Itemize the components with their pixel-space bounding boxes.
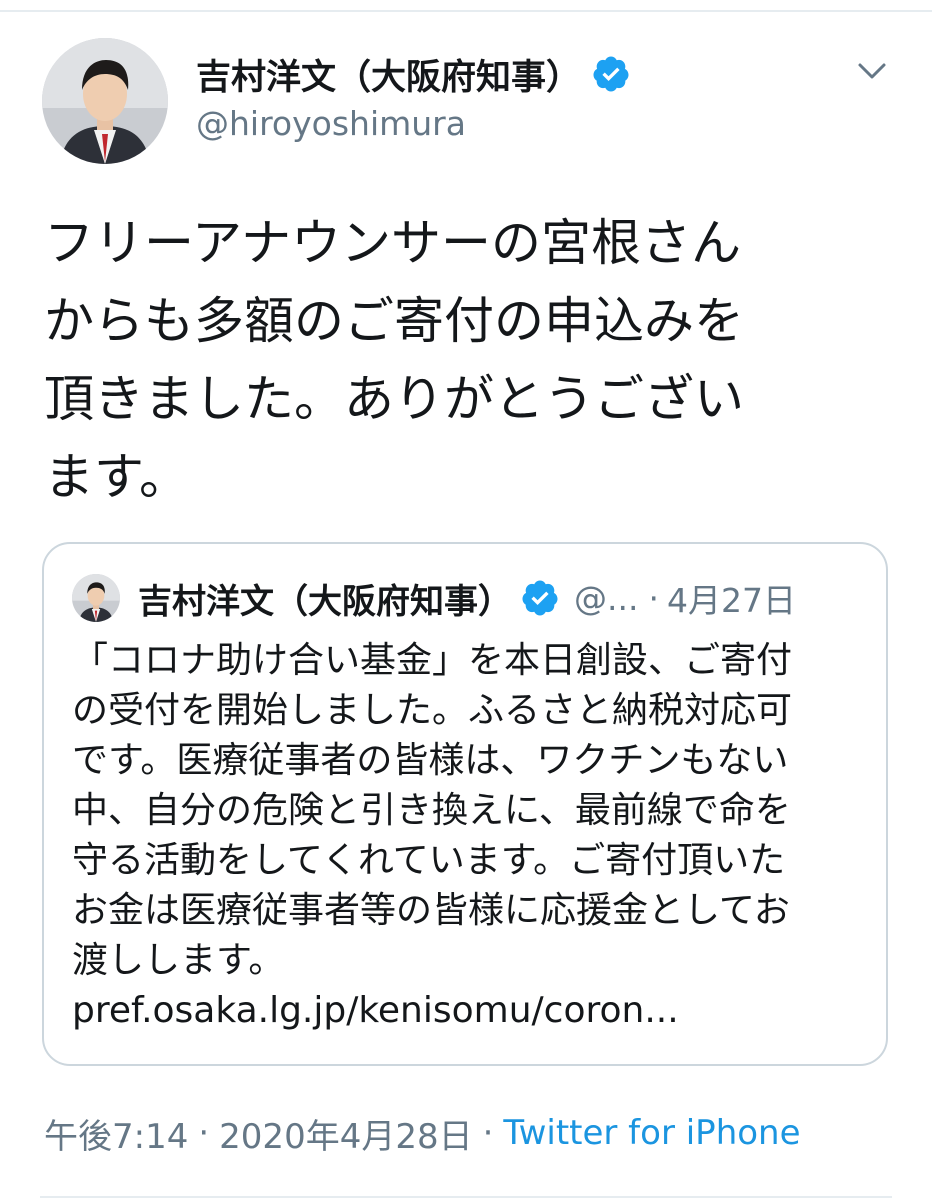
quoted-text-line: 「コロナ助け合い基金」を本日創設、ご寄付 (72, 640, 793, 681)
tweet-text-line: からも多額のご寄付の申込みを (44, 292, 744, 350)
quoted-text-line: 守る活動をしてくれています。ご寄付頂いた (72, 840, 786, 881)
tweet-source-link[interactable]: Twitter for iPhone (503, 1113, 800, 1153)
tweet-time[interactable]: 午後7:14 (44, 1109, 188, 1158)
quoted-text-line: 中、自分の危険と引き換えに、最前線で命を (72, 790, 791, 831)
quoted-link-text[interactable]: pref.osaka.lg.jp/kenisomu/coron... (72, 986, 872, 1036)
separator-dot: · (482, 1113, 494, 1153)
quoted-text-line: の受付を開始しました。ふるさと納税対応可 (72, 690, 793, 731)
verified-badge-icon (520, 578, 560, 618)
quoted-text-line: お金は医療従事者等の皆様に応援金としてお (72, 890, 790, 931)
author-avatar[interactable] (42, 38, 168, 164)
separator-dot: · (648, 578, 659, 618)
tweet-metadata: 午後7:14 · 2020年4月28日 · Twitter for iPhone (44, 1108, 801, 1158)
quoted-text-line: 渡しします。 (72, 940, 285, 981)
tweet-text-line: ます。 (44, 448, 189, 506)
author-display-name[interactable]: 吉村洋文（大阪府知事） (196, 49, 581, 100)
quoted-tweet-date: 4月27日 (666, 581, 796, 620)
quoted-author-handle: @... (574, 578, 639, 618)
separator-dot: · (198, 1113, 210, 1153)
verified-badge-icon (591, 54, 631, 94)
quoted-tweet-header: 吉村洋文（大阪府知事） @... · 4月27日 (138, 572, 796, 624)
quoted-author-name: 吉村洋文（大阪府知事） (138, 581, 512, 622)
quoted-text-line: です。医療従事者の皆様は、ワクチンもない (72, 740, 789, 781)
author-name-row: 吉村洋文（大阪府知事） (196, 46, 631, 102)
tweet-date[interactable]: 2020年4月28日 (219, 1109, 472, 1158)
tweet-text: フリーアナウンサーの宮根さん からも多額のご寄付の申込みを 頂きました。ありがと… (44, 204, 894, 516)
quoted-tweet-card[interactable]: 吉村洋文（大阪府知事） @... · 4月27日 「コロナ助け合い基金」を本日創… (42, 542, 888, 1066)
quoted-tweet-text: 「コロナ助け合い基金」を本日創設、ご寄付 の受付を開始しました。ふるさと納税対応… (72, 636, 872, 1036)
bottom-divider (40, 1196, 892, 1198)
chevron-down-icon[interactable] (852, 50, 892, 90)
author-handle[interactable]: @hiroyoshimura (196, 104, 466, 143)
top-divider (0, 10, 932, 12)
quoted-author-avatar (72, 574, 120, 622)
tweet-text-line: 頂きました。ありがとうござい (44, 370, 744, 428)
tweet-text-line: フリーアナウンサーの宮根さん (44, 214, 741, 272)
